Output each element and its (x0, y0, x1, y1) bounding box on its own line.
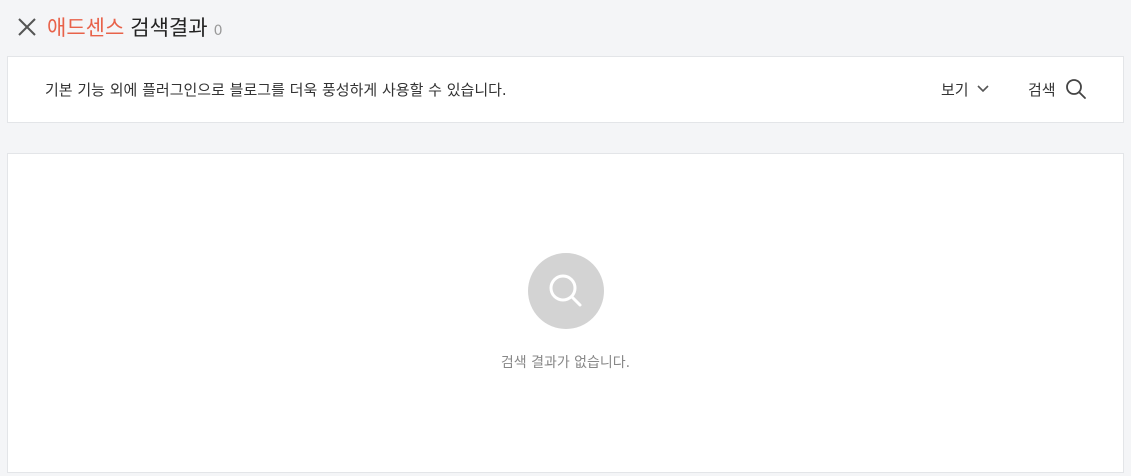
plugin-description: 기본 기능 외에 플러그인으로 블로그를 더욱 풍성하게 사용할 수 있습니다. (45, 81, 507, 99)
search-keyword: 애드센스 (47, 16, 125, 40)
empty-state-badge (528, 253, 604, 329)
search-icon (549, 274, 582, 307)
title-suffix: 검색결과 (130, 16, 208, 40)
search-icon (1065, 79, 1086, 99)
close-icon (18, 18, 36, 36)
view-label: 보기 (941, 80, 969, 99)
page-title: 애드센스 검색결과 0 (47, 12, 222, 42)
search-button[interactable]: 검색 (1028, 75, 1087, 103)
results-panel: 검색 결과가 없습니다. (7, 153, 1124, 473)
search-header: 애드센스 검색결과 0 (0, 0, 1131, 56)
result-count: 0 (213, 23, 223, 39)
view-dropdown-button[interactable]: 보기 (941, 77, 990, 101)
close-button[interactable] (14, 14, 40, 40)
search-label: 검색 (1028, 80, 1056, 99)
filter-bar: 기본 기능 외에 플러그인으로 블로그를 더욱 풍성하게 사용할 수 있습니다.… (7, 56, 1124, 123)
page: 애드센스 검색결과 0 기본 기능 외에 플러그인으로 블로그를 더욱 풍성하게… (0, 0, 1131, 476)
chevron-down-icon (977, 85, 989, 93)
empty-message: 검색 결과가 없습니다. (500, 355, 631, 371)
